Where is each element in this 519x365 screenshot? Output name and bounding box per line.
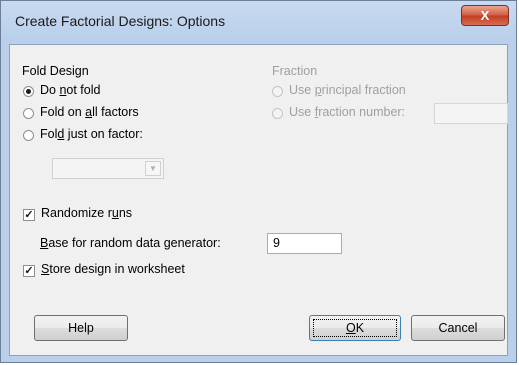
cancel-button[interactable]: Cancel <box>411 315 505 341</box>
base-generator-label: Base for random data generator: <box>40 236 221 250</box>
help-button[interactable]: Help <box>34 315 128 341</box>
fraction-heading: Fraction <box>272 64 318 78</box>
fold-just-on-factor-label[interactable]: Fold just on factor: <box>40 127 143 141</box>
fraction-number-label[interactable]: Use fraction number: <box>289 105 405 119</box>
randomize-runs-checkbox[interactable]: ✓ <box>23 209 35 221</box>
close-icon: X <box>480 8 490 23</box>
close-button[interactable]: X <box>461 5 509 26</box>
ok-button[interactable]: OK <box>309 315 401 341</box>
store-design-checkbox[interactable]: ✓ <box>23 265 35 277</box>
principal-fraction-radio[interactable] <box>272 86 283 97</box>
title-bar[interactable]: Create Factorial Designs: Options X <box>1 1 516 44</box>
randomize-runs-label[interactable]: Randomize runs <box>41 206 132 220</box>
dialog-window: Create Factorial Designs: Options X Fold… <box>0 0 517 363</box>
do-not-fold-label[interactable]: Do not fold <box>40 83 100 97</box>
chevron-down-icon[interactable]: ▼ <box>145 161 161 176</box>
principal-fraction-label[interactable]: Use principal fraction <box>289 83 406 97</box>
fold-design-heading: Fold Design <box>22 64 89 78</box>
dialog-body: Fold Design Do not fold Fold on all fact… <box>9 44 508 356</box>
dialog-title: Create Factorial Designs: Options <box>15 13 226 29</box>
base-generator-input[interactable]: 9 <box>267 233 342 254</box>
fold-all-factors-radio[interactable] <box>23 108 34 119</box>
focus-rectangle <box>313 319 397 337</box>
factor-select[interactable]: ▼ <box>52 158 164 179</box>
store-design-label[interactable]: Store design in worksheet <box>41 262 185 276</box>
fraction-number-input[interactable] <box>434 103 508 124</box>
fraction-number-radio[interactable] <box>272 108 283 119</box>
fold-all-factors-label[interactable]: Fold on all factors <box>40 105 139 119</box>
do-not-fold-radio[interactable] <box>23 86 34 97</box>
fold-just-on-factor-radio[interactable] <box>23 130 34 141</box>
